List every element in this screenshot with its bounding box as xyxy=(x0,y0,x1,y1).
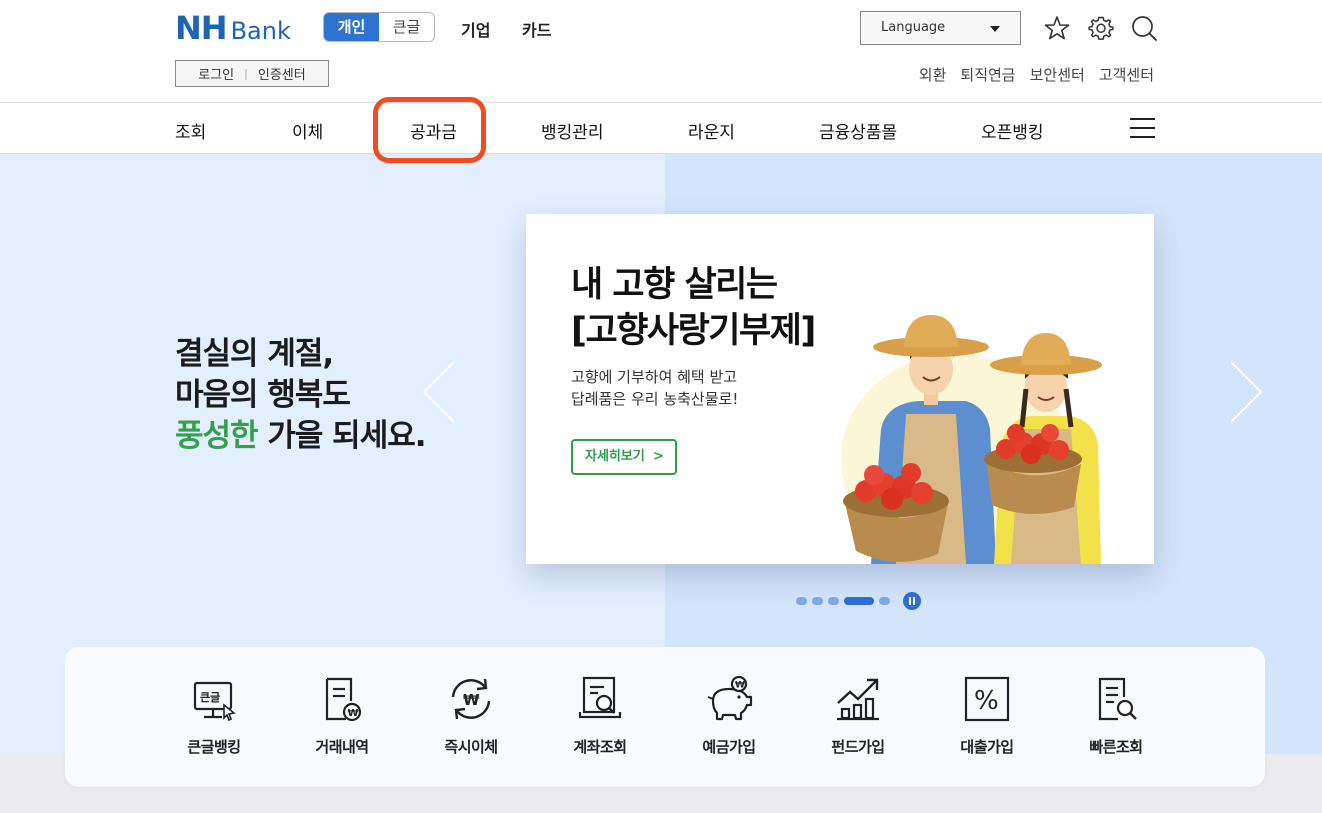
util-link-pension[interactable]: 퇴직연금 xyxy=(960,64,1015,85)
language-select[interactable]: Language xyxy=(860,11,1021,45)
hero-headline-accent: 풍성한 xyxy=(175,418,259,454)
large-text-monitor-icon: 큰글 xyxy=(193,681,236,722)
nav-highlight-annotation xyxy=(373,97,486,163)
piggy-bank-icon: ₩ xyxy=(707,675,753,721)
promo-title-line2: [고향사랑기부제] xyxy=(571,311,816,351)
nh-bank-logo[interactable]: NH Bank xyxy=(175,9,291,47)
personal-largetext-toggle: 개인 큰글 xyxy=(323,12,435,42)
svg-text:%: % xyxy=(974,686,999,716)
language-select-label: Language xyxy=(881,20,946,35)
promo-card-title: 내 고향 살리는 [고향사랑기부제] xyxy=(571,262,816,354)
instant-transfer-icon: ₩ xyxy=(451,678,491,720)
quick-label: 예금가입 xyxy=(702,738,756,756)
fund-chart-icon xyxy=(837,678,879,721)
promo-desc-line2: 답례품은 우리 농축산물로! xyxy=(571,390,739,408)
slide-dot-4[interactable] xyxy=(844,597,874,605)
quick-search-document-icon xyxy=(1098,677,1137,721)
quick-account-inquiry[interactable]: 계좌조회 xyxy=(545,675,655,757)
slide-dot-1[interactable] xyxy=(796,597,807,605)
login-box: 로그인 | 인증센터 xyxy=(175,60,329,87)
promo-desc-line1: 고향에 기부하여 혜택 받고 xyxy=(571,368,738,386)
search-icon[interactable] xyxy=(1130,14,1158,42)
star-icon[interactable] xyxy=(1043,14,1071,42)
caret-down-icon xyxy=(990,26,1000,32)
quick-label: 펀드가입 xyxy=(831,738,885,756)
login-link[interactable]: 로그인 xyxy=(198,64,234,83)
quick-transaction-history[interactable]: ₩ 거래내역 xyxy=(287,675,397,757)
promo-card: 내 고향 살리는 [고향사랑기부제] 고향에 기부하여 혜택 받고 답례품은 우… xyxy=(526,214,1154,564)
slide-dot-3[interactable] xyxy=(828,597,839,605)
slide-dot-2[interactable] xyxy=(812,597,823,605)
promo-card-description: 고향에 기부하여 혜택 받고 답례품은 우리 농축산물로! xyxy=(571,366,738,410)
certificate-center-link[interactable]: 인증센터 xyxy=(258,64,306,83)
nav-lounge[interactable]: 라운지 xyxy=(688,118,735,143)
quick-instant-transfer[interactable]: ₩ 즉시이체 xyxy=(416,675,526,757)
segment-personal[interactable]: 개인 xyxy=(324,13,379,41)
util-link-customer-center[interactable]: 고객센터 xyxy=(1099,64,1154,85)
transaction-document-icon: ₩ xyxy=(325,677,362,722)
chevron-right-small-icon: > xyxy=(653,449,664,464)
quick-deposit-signup[interactable]: ₩ 예금가입 xyxy=(674,675,784,757)
link-card[interactable]: 카드 xyxy=(522,17,551,41)
util-link-security-center[interactable]: 보안센터 xyxy=(1030,64,1085,85)
hamburger-icon[interactable] xyxy=(1130,118,1155,138)
quick-label: 빠른조회 xyxy=(1089,738,1143,756)
logo-nh-text: NH xyxy=(175,9,228,47)
quick-label: 대출가입 xyxy=(960,738,1014,756)
hero-headline-line3-rest: 가을 되세요. xyxy=(257,418,426,454)
svg-text:₩: ₩ xyxy=(348,708,359,719)
link-corporate[interactable]: 기업 xyxy=(461,17,490,41)
view-details-label: 자세히보기 xyxy=(585,449,645,464)
quick-label: 큰글뱅킹 xyxy=(187,738,241,756)
nav-inquiry[interactable]: 조회 xyxy=(175,118,206,143)
quick-large-text-banking[interactable]: 큰글 큰글뱅킹 xyxy=(159,675,269,757)
hero-headline-line2: 마음의 행복도 xyxy=(175,377,351,413)
hero-headline-line3: 풍성한 가을 되세요. xyxy=(175,416,427,457)
pause-icon[interactable] xyxy=(903,592,921,610)
quick-label: 거래내역 xyxy=(315,738,369,756)
quick-menu: 큰글 큰글뱅킹 ₩ 거래내역 ₩ 즉시이체 계좌조회 ₩ 예금가입 펀드가입 %… xyxy=(65,647,1265,787)
svg-text:₩: ₩ xyxy=(463,691,480,709)
utility-links: 외환 퇴직연금 보안센터 고객센터 xyxy=(919,64,1154,85)
svg-text:₩: ₩ xyxy=(735,681,745,691)
hero-headline-line1: 결실의 계절, xyxy=(175,336,334,372)
promo-title-line1: 내 고향 살리는 xyxy=(571,265,778,305)
quick-label: 즉시이체 xyxy=(444,738,498,756)
nav-open-banking[interactable]: 오픈뱅킹 xyxy=(981,118,1044,143)
hero-headline: 결실의 계절, 마음의 행복도 풍성한 가을 되세요. xyxy=(175,334,427,457)
segment-large-text[interactable]: 큰글 xyxy=(379,13,434,41)
loan-percent-icon: % xyxy=(964,676,1010,722)
logo-bank-text: Bank xyxy=(230,17,291,45)
util-link-foreign-exchange[interactable]: 외환 xyxy=(919,64,947,85)
main-navigation: 조회 이체 공과금 뱅킹관리 라운지 금융상품몰 오픈뱅킹 xyxy=(0,103,1322,154)
quick-loan-signup[interactable]: % 대출가입 xyxy=(932,675,1042,757)
account-search-icon xyxy=(578,676,622,719)
svg-text:큰글: 큰글 xyxy=(200,691,220,704)
gear-icon[interactable] xyxy=(1087,14,1115,42)
site-header: NH Bank 개인 큰글 기업 카드 Language 로그인 | 인증센터 … xyxy=(0,0,1322,103)
slide-dot-5[interactable] xyxy=(879,597,890,605)
quick-fund-signup[interactable]: 펀드가입 xyxy=(803,675,913,757)
nav-banking-management[interactable]: 뱅킹관리 xyxy=(541,118,604,143)
quick-label: 계좌조회 xyxy=(573,738,627,756)
farmers-illustration xyxy=(841,315,1102,564)
slider-pagination xyxy=(796,592,921,610)
nav-financial-products[interactable]: 금융상품몰 xyxy=(819,118,897,143)
chevron-right-icon[interactable] xyxy=(1225,360,1265,424)
login-divider: | xyxy=(244,67,248,80)
view-details-button[interactable]: 자세히보기 > xyxy=(571,439,677,475)
chevron-left-icon[interactable] xyxy=(420,360,460,424)
nav-transfer[interactable]: 이체 xyxy=(292,118,323,143)
quick-fast-inquiry[interactable]: 빠른조회 xyxy=(1061,675,1171,757)
